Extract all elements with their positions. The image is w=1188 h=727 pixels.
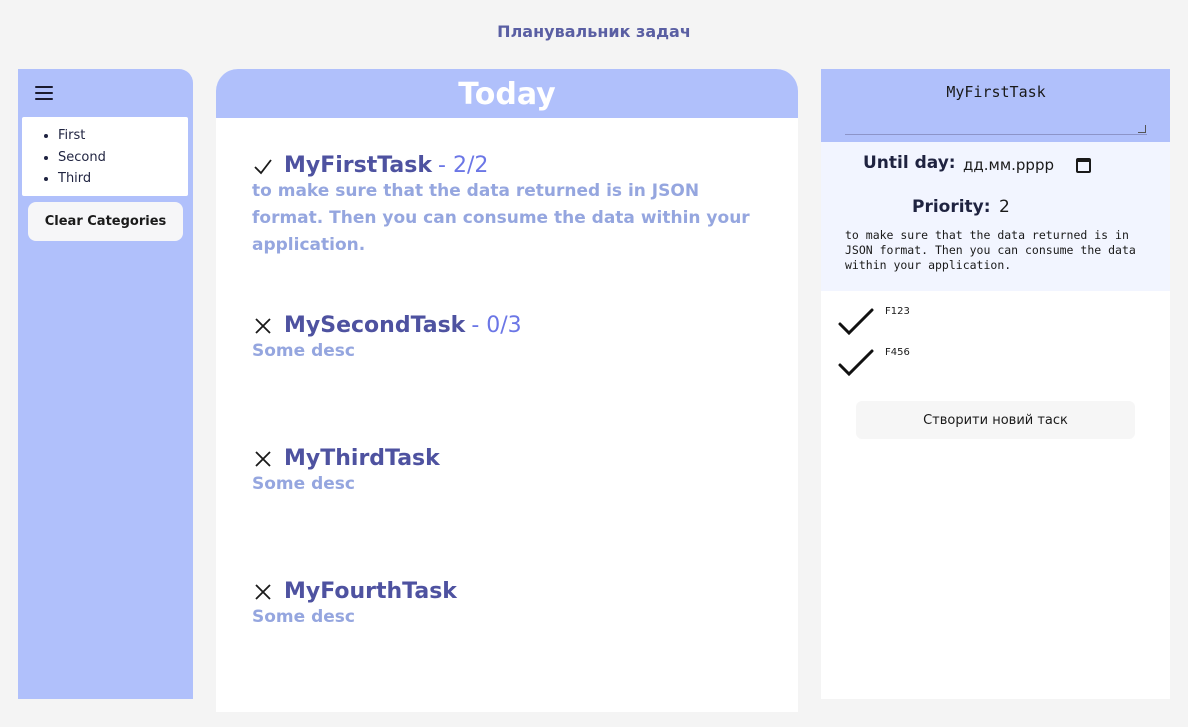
check-icon[interactable] (837, 347, 875, 377)
category-item[interactable]: Second (58, 147, 188, 169)
task-description: to make sure that the data returned is i… (252, 181, 750, 255)
task-item[interactable]: MySecondTask - 0/3 Some desc (252, 313, 772, 365)
cross-icon (255, 583, 271, 600)
task-item[interactable]: MyFourthTask Some desc (252, 579, 772, 631)
task-list-panel: Today MyFirstTask - 2/2 to make sure tha… (216, 69, 798, 712)
task-name: MyFourthTask (284, 579, 457, 604)
task-item[interactable]: MyFirstTask - 2/2 to make sure that the … (252, 153, 772, 259)
subtask-label: F456 (885, 347, 910, 358)
calendar-icon[interactable] (1076, 157, 1091, 173)
task-progress: - 2/2 (438, 153, 489, 178)
task-name: MyFirstTask (284, 153, 433, 178)
until-day-label: Until day: (863, 153, 956, 173)
subtask-item[interactable]: F123 (837, 306, 910, 336)
cross-icon (255, 450, 271, 467)
page-title: Today (216, 69, 798, 118)
task-description: Some desc (252, 474, 355, 494)
category-list: First Second Third (22, 117, 188, 196)
priority-label: Priority: (912, 197, 991, 217)
task-name-input[interactable]: MyFirstTask (845, 77, 1147, 135)
resize-handle-icon[interactable] (1138, 125, 1146, 133)
sidebar: First Second Third Clear Categories (18, 69, 193, 699)
task-description-field[interactable]: to make sure that the data returned is i… (845, 228, 1161, 273)
task-name: MyThirdTask (284, 446, 440, 471)
task-name: MySecondTask (284, 313, 466, 338)
clear-categories-button[interactable]: Clear Categories (28, 202, 183, 241)
task-progress: - 0/3 (471, 313, 522, 338)
task-detail-panel: MyFirstTask Until day: дд.мм.рррр Priori… (821, 69, 1170, 699)
cross-icon (255, 317, 271, 334)
task-description: Some desc (252, 341, 355, 361)
subtask-item[interactable]: F456 (837, 347, 910, 377)
task-description: Some desc (252, 607, 355, 627)
hamburger-icon[interactable] (35, 86, 55, 102)
app-title: Планувальник задач (497, 22, 691, 41)
check-icon[interactable] (837, 306, 875, 336)
task-item[interactable]: MyThirdTask Some desc (252, 446, 772, 498)
create-task-button[interactable]: Створити новий таск (856, 401, 1135, 439)
date-input[interactable]: дд.мм.рррр (963, 154, 1153, 176)
date-placeholder: дд.мм.рррр (963, 156, 1054, 174)
task-name-area: MyFirstTask (821, 69, 1170, 142)
task-properties: Until day: дд.мм.рррр Priority: 2 to mak… (821, 142, 1170, 291)
category-item[interactable]: First (58, 125, 188, 147)
priority-input[interactable]: 2 (999, 197, 1010, 217)
check-icon (254, 158, 272, 174)
category-item[interactable]: Third (58, 168, 188, 190)
subtask-label: F123 (885, 306, 910, 317)
